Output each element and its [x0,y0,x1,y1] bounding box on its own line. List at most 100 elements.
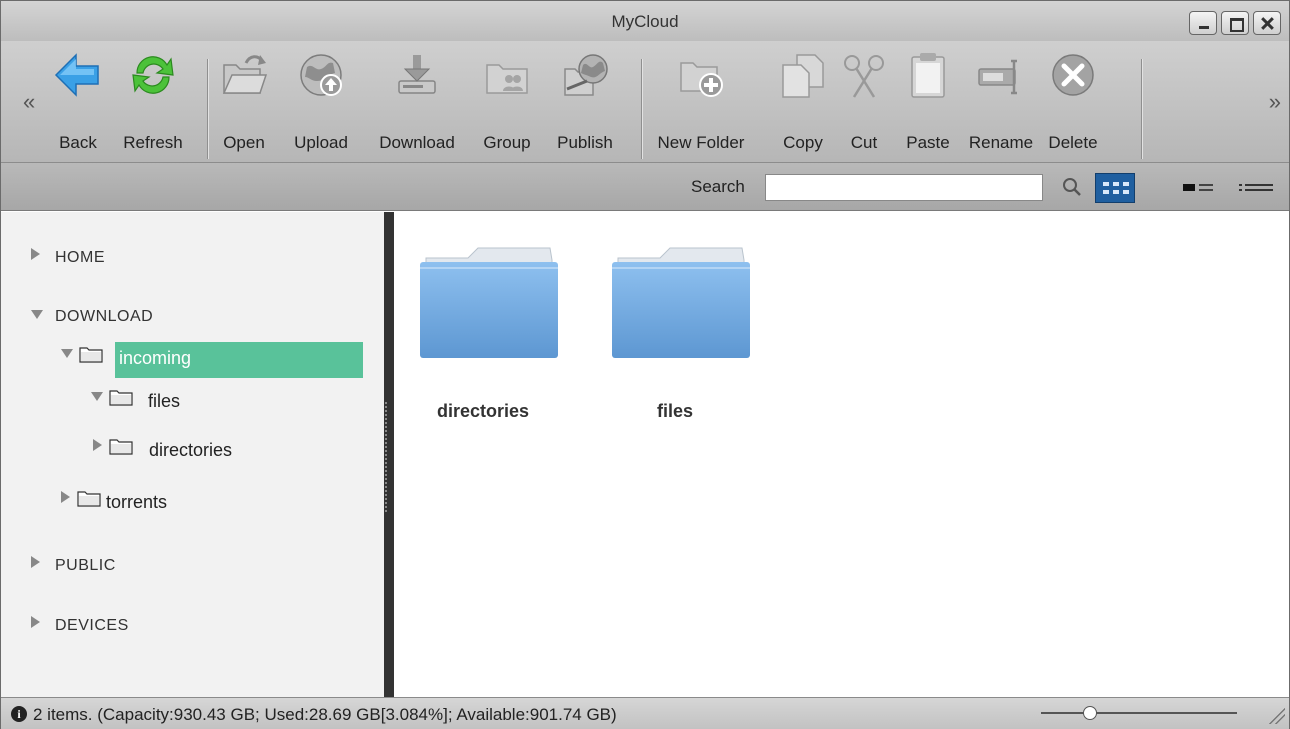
expand-arrow-icon[interactable] [31,616,40,628]
toolbar-separator [641,59,642,159]
search-label: Search [691,177,745,196]
mycloud-window: MyCloud « » Back Refresh Open Upload Dow… [0,0,1290,729]
toolbar-separator [207,59,208,159]
tree-section-label: PUBLIC [55,557,116,574]
tree-item-files[interactable]: files [91,386,291,416]
tree-section-home[interactable]: HOME [31,245,231,275]
delete-label: Delete [1048,133,1098,152]
open-folder-icon [222,55,268,94]
group-icon [486,64,528,94]
group-button[interactable]: Group [477,41,537,161]
clipboard-icon [911,53,945,98]
rename-icon [978,59,1017,95]
search-input[interactable] [765,174,1043,201]
collapse-arrow-icon[interactable] [91,392,103,401]
large-folder-icon [612,247,750,358]
grid-view-button[interactable] [1095,173,1135,203]
copy-icon [782,54,824,98]
collapse-arrow-icon[interactable] [31,310,43,319]
tree-item-label: torrents [106,492,168,512]
expand-arrow-icon[interactable] [31,248,40,260]
status-text: 2 items. (Capacity:930.43 GB; Used:28.69… [33,705,617,724]
back-arrow-icon [54,53,99,97]
publish-label: Publish [557,133,613,152]
group-label: Group [483,133,531,152]
minimize-button[interactable] [1189,11,1217,35]
toolbar: « » Back Refresh Open Upload Download Gr… [1,41,1289,163]
back-button[interactable]: Back [53,41,103,161]
expand-arrow-icon[interactable] [31,556,40,568]
download-icon [398,55,436,94]
rename-label: Rename [968,133,1034,152]
upload-button[interactable]: Upload [281,41,361,161]
rename-button[interactable]: Rename [965,41,1037,161]
list-view-button[interactable] [1237,178,1277,198]
tree-item-directories[interactable]: directories [93,435,313,465]
status-bar: i 2 items. (Capacity:930.43 GB; Used:28.… [1,697,1289,729]
folder-icon [109,439,133,455]
collapse-arrow-icon[interactable] [61,349,73,358]
file-grid: directories files [394,212,1289,697]
new-folder-button[interactable]: New Folder [651,41,751,161]
panel-splitter[interactable] [384,212,394,697]
paste-button[interactable]: Paste [897,41,959,161]
open-button[interactable]: Open [217,41,271,161]
cut-button[interactable]: Cut [841,41,887,161]
refresh-icon [132,56,174,94]
folder-name: directories [436,401,530,421]
tree-section-devices[interactable]: DEVICES [31,613,231,643]
window-controls [1189,11,1281,35]
window-title: MyCloud [611,12,679,31]
tree-section-label: DOWNLOAD [55,308,154,325]
detail-view-button[interactable] [1181,178,1217,198]
toolbar-scroll-left-button[interactable]: « [23,89,35,115]
cut-label: Cut [850,133,878,152]
expand-arrow-icon[interactable] [61,491,70,503]
new-folder-label: New Folder [657,133,745,152]
folder-icon [109,390,133,406]
close-icon [1254,12,1280,34]
folder-icon [79,347,103,363]
back-label: Back [59,133,97,152]
tree-section-download[interactable]: DOWNLOAD [31,304,281,334]
large-folder-icon [420,247,558,358]
toolbar-scroll-right-button[interactable]: » [1269,89,1281,115]
tree-item-label: directories [149,440,233,460]
splitter-grip[interactable] [385,402,387,512]
folder-item-directories[interactable]: directories [408,246,558,426]
scissors-icon [844,55,884,98]
zoom-slider-handle[interactable] [1083,706,1097,720]
download-button[interactable]: Download [367,41,467,161]
copy-button[interactable]: Copy [777,41,829,161]
tree-item-incoming[interactable]: incoming [61,343,361,373]
folder-item-files[interactable]: files [600,246,750,426]
upload-label: Upload [294,133,348,152]
search-bar: Search [1,163,1289,211]
publish-button[interactable]: Publish [547,41,623,161]
tree-item-label: incoming [119,348,192,368]
folder-icon [77,491,101,507]
tree-section-label: DEVICES [55,617,129,634]
zoom-slider[interactable] [1041,706,1237,720]
resize-grip[interactable] [1267,706,1285,724]
refresh-label: Refresh [123,133,183,152]
open-label: Open [223,133,265,152]
delete-icon [1052,54,1094,96]
delete-button[interactable]: Delete [1039,41,1107,161]
toolbar-separator [1141,59,1142,159]
tree-section-label: HOME [55,249,105,266]
search-icon[interactable] [1061,176,1083,198]
paste-label: Paste [906,133,950,152]
publish-icon [564,54,608,96]
tree-item-label: files [148,391,181,411]
info-icon: i [11,706,27,722]
refresh-button[interactable]: Refresh [113,41,193,161]
close-button[interactable] [1253,11,1281,35]
folder-name: files [656,401,694,421]
expand-arrow-icon[interactable] [93,439,102,451]
new-folder-icon [680,62,723,97]
tree-section-public[interactable]: PUBLIC [31,553,231,583]
tree-item-torrents[interactable]: torrents [61,487,261,517]
maximize-button[interactable] [1221,11,1249,35]
upload-globe-icon [300,54,342,96]
